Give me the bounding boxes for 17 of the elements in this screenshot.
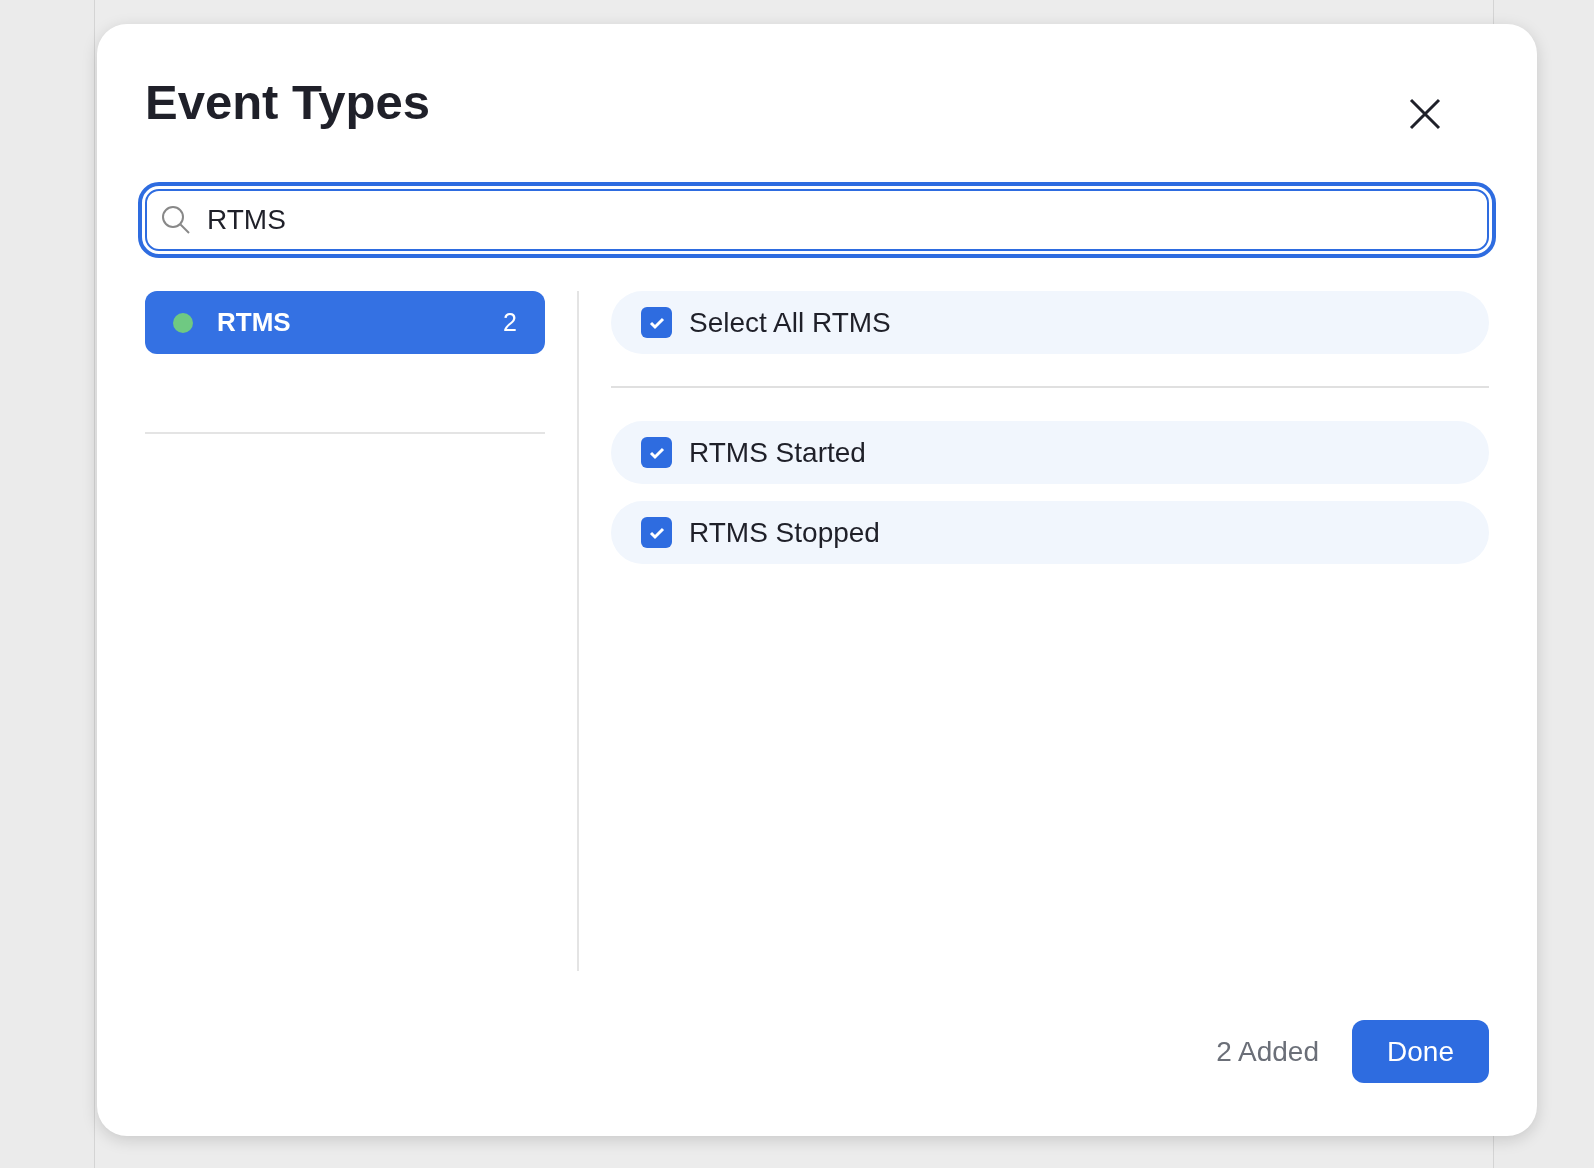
dialog-title: Event Types: [145, 74, 431, 131]
checkbox[interactable]: [641, 517, 672, 548]
search-icon: [161, 205, 191, 235]
category-item[interactable]: RTMS 2: [145, 291, 545, 354]
added-count: 2 Added: [1216, 1034, 1319, 1069]
category-count: 2: [503, 306, 517, 338]
category-label: RTMS: [217, 306, 292, 339]
checkbox[interactable]: [641, 307, 672, 338]
checkbox[interactable]: [641, 437, 672, 468]
event-label: RTMS Started: [689, 435, 866, 470]
event-label: Select All RTMS: [689, 305, 891, 340]
event-row[interactable]: RTMS Stopped: [611, 501, 1489, 564]
event-row[interactable]: RTMS Started: [611, 421, 1489, 484]
event-label: RTMS Stopped: [689, 515, 880, 550]
event-row[interactable]: Select All RTMS: [611, 291, 1489, 354]
close-icon: [1409, 98, 1441, 130]
done-button[interactable]: Done: [1352, 1020, 1489, 1083]
